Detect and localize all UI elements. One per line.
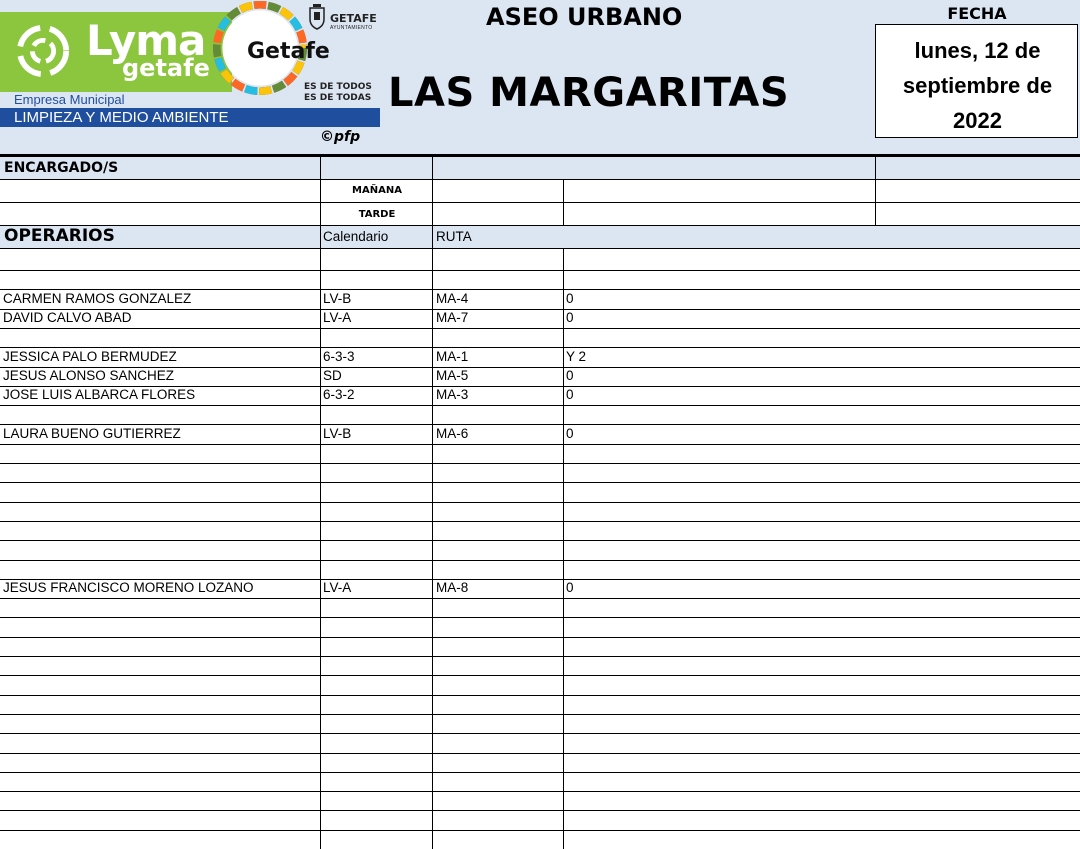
- grid-column-line: [875, 156, 876, 225]
- credit-mark: ©pfp: [320, 129, 361, 145]
- worker-extra-cell: 0: [566, 580, 574, 595]
- grid-row-line: [0, 810, 1080, 811]
- grid-row-line: [0, 424, 1080, 425]
- worker-route-cell: MA-5: [436, 368, 469, 383]
- grid-column-line: [563, 248, 564, 849]
- grid-row-line: [0, 156, 1080, 157]
- grid-column-line: [320, 156, 321, 849]
- date-box: lunes, 12 de septiembre de 2022: [875, 24, 1078, 138]
- grid-row-line: [0, 444, 1080, 445]
- grid-row-line: [0, 733, 1080, 734]
- grid-row-line: [0, 656, 1080, 657]
- city-subtitle: AYUNTAMIENTO: [330, 25, 373, 31]
- worker-route-cell: MA-6: [436, 426, 469, 441]
- grid-column-line: [563, 179, 564, 225]
- grid-row-line: [0, 502, 1080, 503]
- grid-row-line: [0, 225, 1080, 226]
- slogan-line-2: ES DE TODAS: [304, 93, 372, 103]
- worker-route-cell: MA-1: [436, 349, 469, 364]
- sdg-getafe-label: Getafe: [247, 39, 330, 64]
- grid-row-line: [0, 309, 1080, 310]
- worker-route-cell: MA-8: [436, 580, 469, 595]
- grid-row-line: [0, 367, 1080, 368]
- worker-name-cell: JESSICA PALO BERMUDEZ: [3, 349, 177, 364]
- slogan-line-1: ES DE TODOS: [304, 82, 372, 92]
- grid-column-line: [432, 156, 433, 849]
- worker-extra-cell: Y 2: [566, 349, 587, 364]
- worker-name-cell: DAVID CALVO ABAD: [3, 310, 132, 325]
- workers-header-band: [0, 225, 1080, 248]
- grid-row-line: [0, 202, 1080, 203]
- company-type: Empresa Municipal: [14, 92, 125, 107]
- grid-row-line: [0, 579, 1080, 580]
- worker-name-cell: CARMEN RAMOS GONZALEZ: [3, 291, 192, 306]
- worker-calendar-cell: LV-B: [323, 426, 352, 441]
- brand-subname: getafe: [122, 54, 210, 82]
- grid-row-line: [0, 347, 1080, 348]
- worker-extra-cell: 0: [566, 426, 574, 441]
- grid-row-line: [0, 560, 1080, 561]
- grid-row-line: [0, 540, 1080, 541]
- company-division: LIMPIEZA Y MEDIO AMBIENTE: [14, 109, 229, 126]
- worker-calendar-cell: 6-3-2: [323, 387, 355, 402]
- grid-row-line: [0, 328, 1080, 329]
- worker-extra-cell: 0: [566, 368, 574, 383]
- date-value: lunes, 12 de septiembre de 2022: [902, 38, 1053, 133]
- shift-morning: MAÑANA: [352, 185, 402, 196]
- grid-row-line: [0, 179, 1080, 180]
- grid-row-line: [0, 791, 1080, 792]
- worker-calendar-cell: SD: [323, 368, 342, 383]
- grid-row-line: [0, 248, 1080, 249]
- worker-calendar-cell: LV-A: [323, 310, 352, 325]
- grid-row-line: [0, 270, 1080, 271]
- shift-afternoon: TARDE: [358, 209, 396, 220]
- city-name: GETAFE: [330, 12, 377, 25]
- worker-calendar-cell: LV-B: [323, 291, 352, 306]
- worker-name-cell: JESUS FRANCISCO MORENO LOZANO: [3, 580, 254, 595]
- grid-row-line: [0, 617, 1080, 618]
- grid-row-line: [0, 675, 1080, 676]
- managers-label: ENCARGADO/S: [4, 160, 119, 176]
- worker-extra-cell: 0: [566, 310, 574, 325]
- grid-row-line: [0, 598, 1080, 599]
- grid-row-line: [0, 637, 1080, 638]
- grid-row-line: [0, 289, 1080, 290]
- worker-calendar-cell: LV-A: [323, 580, 352, 595]
- grid-row-line: [0, 830, 1080, 831]
- worker-extra-cell: 0: [566, 387, 574, 402]
- workers-label: OPERARIOS: [4, 226, 115, 246]
- grid-row-line: [0, 386, 1080, 387]
- worker-route-cell: MA-7: [436, 310, 469, 325]
- slogan: ES DE TODOS ES DE TODAS: [304, 82, 372, 104]
- coat-of-arms-icon: [309, 4, 325, 30]
- site-title: LAS MARGARITAS: [388, 70, 790, 116]
- grid-row-line: [0, 753, 1080, 754]
- worker-route-cell: MA-4: [436, 291, 469, 306]
- column-route: RUTA: [436, 229, 472, 244]
- grid-row-line: [0, 772, 1080, 773]
- grid-row-line: [0, 695, 1080, 696]
- worker-name-cell: JESUS ALONSO SANCHEZ: [3, 368, 175, 383]
- grid-row-line: [0, 463, 1080, 464]
- roster-grid: ENCARGADO/S MAÑANA TARDE OPERARIOS Calen…: [0, 156, 1080, 849]
- worker-name-cell: LAURA BUENO GUTIERREZ: [3, 426, 181, 441]
- column-calendar: Calendario: [323, 229, 389, 244]
- swirl-logo-icon: [16, 24, 70, 78]
- managers-header-band: [0, 156, 1080, 179]
- grid-row-line: [0, 405, 1080, 406]
- sheet-header: Lyma getafe Empresa Municipal LIMPIEZA Y…: [0, 0, 1080, 156]
- worker-extra-cell: 0: [566, 291, 574, 306]
- worker-name-cell: JOSE LUIS ALBARCA FLORES: [3, 387, 196, 402]
- grid-row-line: [0, 521, 1080, 522]
- grid-row-line: [0, 482, 1080, 483]
- worker-calendar-cell: 6-3-3: [323, 349, 355, 364]
- service-title: ASEO URBANO: [486, 3, 683, 31]
- worker-route-cell: MA-3: [436, 387, 469, 402]
- date-label: FECHA: [947, 4, 1007, 23]
- company-division-bar: LIMPIEZA Y MEDIO AMBIENTE: [0, 108, 380, 127]
- grid-row-line: [0, 714, 1080, 715]
